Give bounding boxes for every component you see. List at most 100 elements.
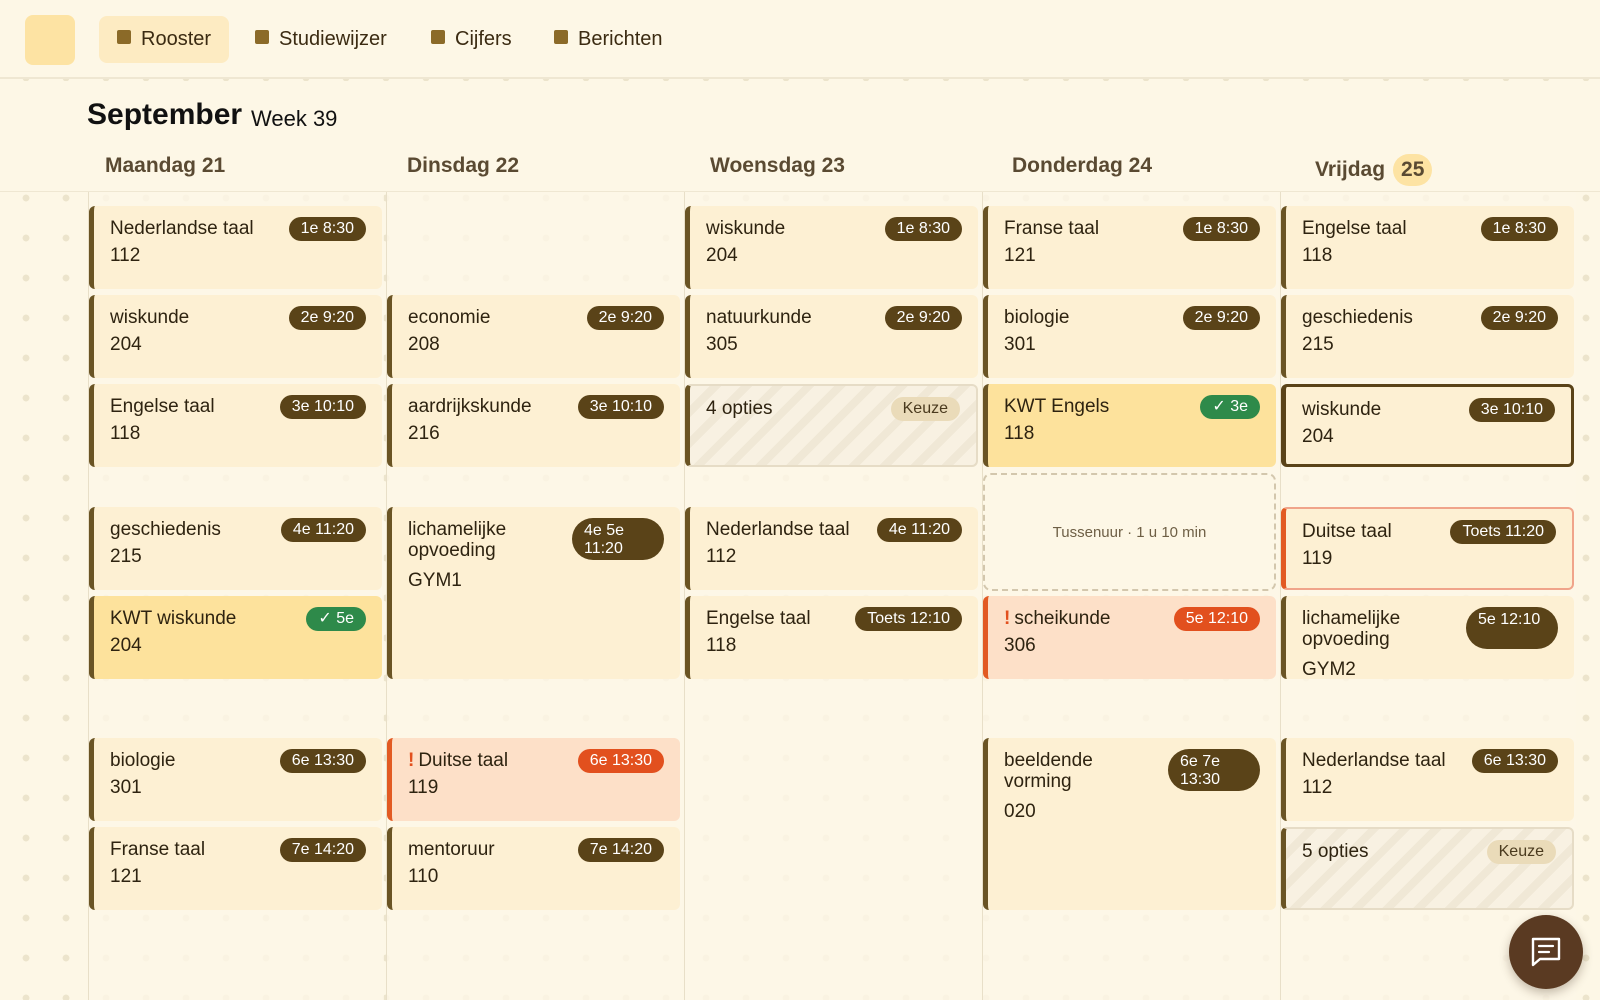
lesson-subject: Duitse taal bbox=[1302, 521, 1392, 542]
lesson-room: 118 bbox=[1302, 245, 1333, 266]
lesson-subject: geschiedenis bbox=[1302, 307, 1413, 328]
choice-badge: Keuze bbox=[1486, 840, 1556, 864]
lesson-card[interactable]: biologie 301 6e 13:30 bbox=[89, 738, 382, 821]
choice-slot-card[interactable]: 4 opties Keuze bbox=[685, 384, 978, 467]
lesson-card[interactable]: Nederlandse taal 112 4e 11:20 bbox=[685, 507, 978, 590]
lesson-time-badge: 2e 9:20 bbox=[586, 306, 664, 330]
lesson-subject: beeldende vorming bbox=[1004, 750, 1093, 792]
lesson-room: 301 bbox=[1004, 334, 1036, 355]
lesson-room: 204 bbox=[1302, 426, 1334, 447]
lesson-card[interactable]: Franse taal 121 1e 8:30 bbox=[983, 206, 1276, 289]
lesson-time-badge: 1e 8:30 bbox=[288, 217, 366, 241]
lesson-subject: KWT Engels bbox=[1004, 396, 1110, 417]
lesson-card[interactable]: beeldende vorming 020 6e 7e 13:30 bbox=[983, 738, 1276, 910]
lesson-card[interactable]: wiskunde 204 2e 9:20 bbox=[89, 295, 382, 378]
tab-studiewijzer[interactable]: Studiewijzer bbox=[237, 16, 405, 63]
lesson-time-badge: 4e 11:20 bbox=[280, 518, 366, 542]
lesson-room: 204 bbox=[110, 635, 142, 656]
lesson-subject: mentoruur bbox=[408, 839, 495, 860]
lesson-card[interactable]: geschiedenis 215 4e 11:20 bbox=[89, 507, 382, 590]
lesson-room: 306 bbox=[1004, 635, 1036, 656]
tab-rooster[interactable]: Rooster bbox=[99, 16, 230, 63]
lesson-time-badge: 3e 10:10 bbox=[279, 395, 366, 419]
test-badge: Toets 12:10 bbox=[855, 607, 962, 631]
lesson-subject: wiskunde bbox=[706, 218, 786, 239]
lesson-card-selected[interactable]: wiskunde 204 3e 10:10 bbox=[1281, 384, 1574, 467]
lesson-card[interactable]: Engelse taal 118 1e 8:30 bbox=[1281, 206, 1574, 289]
chat-button[interactable] bbox=[1509, 915, 1583, 989]
lesson-time-badge: 5e 12:10 bbox=[1466, 607, 1558, 649]
day-header-wednesday: Woensdag 23 bbox=[710, 154, 845, 177]
lesson-card[interactable]: aardrijkskunde 216 3e 10:10 bbox=[387, 384, 680, 467]
chat-icon bbox=[1531, 937, 1561, 967]
lesson-card-test[interactable]: Engelse taal 118 Toets 12:10 bbox=[685, 596, 978, 679]
choice-badge: Keuze bbox=[890, 397, 960, 421]
lesson-subject: ! Duitse taal bbox=[408, 750, 509, 771]
lesson-subject: natuurkunde bbox=[706, 307, 812, 328]
tab-cijfers[interactable]: Cijfers bbox=[413, 16, 530, 63]
lesson-room: 020 bbox=[1004, 801, 1036, 822]
lesson-card[interactable]: Engelse taal 118 3e 10:10 bbox=[89, 384, 382, 467]
lesson-subject: lichamelijke opvoeding bbox=[1302, 608, 1401, 650]
lesson-card[interactable]: Nederlandse taal 112 6e 13:30 bbox=[1281, 738, 1574, 821]
square-icon bbox=[255, 29, 269, 44]
lesson-time-badge: 7e 14:20 bbox=[577, 838, 664, 862]
lesson-card[interactable]: natuurkunde 305 2e 9:20 bbox=[685, 295, 978, 378]
lesson-card[interactable]: Nederlandse taal 112 1e 8:30 bbox=[89, 206, 382, 289]
lesson-room: 215 bbox=[110, 546, 142, 567]
lesson-card-test[interactable]: Duitse taal 119 Toets 11:20 bbox=[1281, 507, 1574, 590]
lesson-card[interactable]: biologie 301 2e 9:20 bbox=[983, 295, 1276, 378]
lesson-card[interactable]: lichamelijke opvoeding GYM1 4e 5e 11:20 bbox=[387, 507, 680, 679]
square-icon bbox=[431, 29, 445, 44]
tab-berichten[interactable]: Berichten bbox=[536, 16, 681, 63]
tab-label: Studiewijzer bbox=[279, 28, 387, 50]
lesson-card[interactable]: economie 208 2e 9:20 bbox=[387, 295, 680, 378]
lesson-time-badge: 2e 9:20 bbox=[1182, 306, 1260, 330]
square-icon bbox=[554, 29, 568, 44]
lesson-time-badge: 1e 8:30 bbox=[884, 217, 962, 241]
today-badge: 25 bbox=[1393, 154, 1433, 186]
lesson-card[interactable]: geschiedenis 215 2e 9:20 bbox=[1281, 295, 1574, 378]
lesson-room: 216 bbox=[408, 423, 440, 444]
lesson-time-badge: 2e 9:20 bbox=[884, 306, 962, 330]
lesson-time-badge: 6e 13:30 bbox=[577, 749, 664, 773]
lesson-card[interactable]: mentoruur 110 7e 14:20 bbox=[387, 827, 680, 910]
choice-options-count: 4 opties bbox=[706, 398, 773, 419]
lesson-time-badge: 1e 8:30 bbox=[1182, 217, 1260, 241]
lesson-card[interactable]: lichamelijke opvoeding GYM2 5e 12:10 bbox=[1281, 596, 1574, 680]
day-header-tuesday: Dinsdag 22 bbox=[407, 154, 520, 177]
lesson-time-badge: 3e 10:10 bbox=[1468, 398, 1555, 422]
lesson-time-badge: 4e 5e 11:20 bbox=[572, 518, 664, 560]
warning-icon: ! bbox=[408, 750, 415, 771]
lesson-card-warning[interactable]: ! scheikunde 306 5e 12:10 bbox=[983, 596, 1276, 679]
kwt-chosen-badge: ✓ 5e bbox=[306, 607, 366, 631]
lesson-subject: ! scheikunde bbox=[1004, 608, 1111, 629]
lesson-subject: KWT wiskunde bbox=[110, 608, 237, 629]
lesson-room: 204 bbox=[706, 245, 738, 266]
lesson-room: 119 bbox=[408, 777, 439, 798]
kwt-lesson-card[interactable]: KWT Engels 118 ✓ 3e bbox=[983, 384, 1276, 467]
lesson-card[interactable]: Franse taal 121 7e 14:20 bbox=[89, 827, 382, 910]
lesson-time-badge: 3e 10:10 bbox=[577, 395, 664, 419]
choice-options-count: 5 opties bbox=[1302, 841, 1369, 862]
month-title: September bbox=[87, 98, 243, 131]
choice-slot-card[interactable]: 5 opties Keuze bbox=[1281, 827, 1574, 910]
lesson-room: 118 bbox=[110, 423, 141, 444]
lesson-room: 301 bbox=[110, 777, 142, 798]
lesson-card[interactable]: wiskunde 204 1e 8:30 bbox=[685, 206, 978, 289]
lesson-time-badge: 6e 7e 13:30 bbox=[1168, 749, 1260, 791]
lesson-card-warning[interactable]: ! Duitse taal 119 6e 13:30 bbox=[387, 738, 680, 821]
lesson-subject: aardrijkskunde bbox=[408, 396, 532, 417]
week-label: Week 39 bbox=[251, 106, 338, 131]
lesson-subject: Nederlandse taal bbox=[1302, 750, 1446, 771]
lesson-room: 121 bbox=[110, 866, 142, 887]
lesson-subject: Engelse taal bbox=[1302, 218, 1407, 239]
lesson-time-badge: 7e 14:20 bbox=[279, 838, 366, 862]
lesson-subject: economie bbox=[408, 307, 491, 328]
app-logo[interactable] bbox=[25, 15, 75, 65]
day-header-thursday: Donderdag 24 bbox=[1012, 154, 1153, 177]
lesson-subject: Franse taal bbox=[1004, 218, 1100, 239]
kwt-lesson-card[interactable]: KWT wiskunde 204 ✓ 5e bbox=[89, 596, 382, 679]
lesson-subject: Nederlandse taal bbox=[706, 519, 850, 540]
lesson-time-badge: 1e 8:30 bbox=[1480, 217, 1558, 241]
